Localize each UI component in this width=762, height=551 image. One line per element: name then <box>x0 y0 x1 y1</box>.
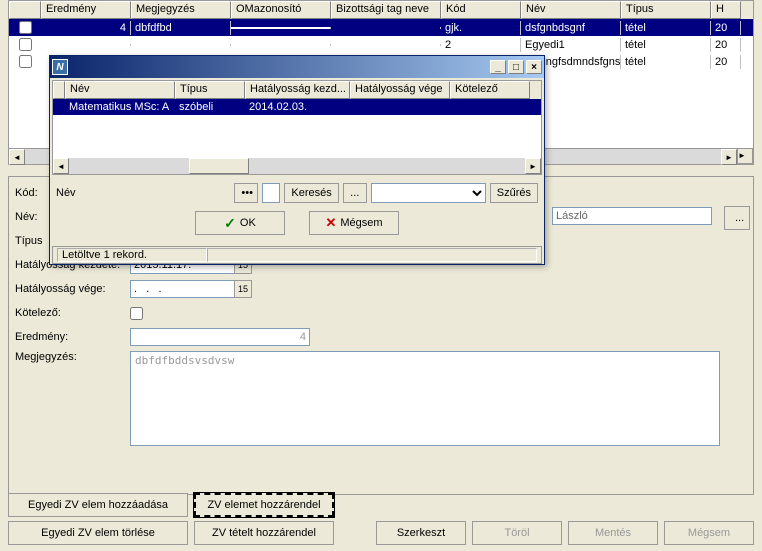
megj-textarea[interactable]: dbfdfbddsvsdvsw <box>130 351 720 446</box>
scroll-right-end-icon[interactable] <box>737 148 753 164</box>
lookup-dialog: N _ □ × Név Típus Hatályosság kezd... Ha… <box>49 55 545 265</box>
table-row[interactable]: 4 dbfdfbd gjk. dsfgnbdsgnf tétel 20 <box>9 19 753 36</box>
dialog-actions: ✓ OK ✕ Mégsem <box>50 211 544 235</box>
close-icon[interactable]: × <box>526 60 542 74</box>
row-checkbox[interactable] <box>9 55 41 68</box>
hatvege-input[interactable] <box>130 280 235 298</box>
dlg-col-nev[interactable]: Név <box>65 81 175 99</box>
scroll-right-icon[interactable] <box>525 158 541 174</box>
row-checkbox[interactable] <box>9 38 41 51</box>
dlg-col-kot[interactable]: Kötelező <box>450 81 530 99</box>
col-checkbox[interactable] <box>9 1 41 19</box>
dialog-search-row: Név ••• Keresés ... Szűrés <box>50 177 544 209</box>
ellipsis-button[interactable]: ... <box>724 206 750 230</box>
megsem-button[interactable]: Mégsem <box>664 521 754 545</box>
cancel-button[interactable]: ✕ Mégsem <box>309 211 399 235</box>
col-nev[interactable]: Név <box>521 1 621 19</box>
ok-button[interactable]: ✓ OK <box>195 211 285 235</box>
ellipsis-button[interactable]: ... <box>343 183 367 203</box>
scroll-left-icon[interactable] <box>9 149 25 165</box>
dlg-col-tipus[interactable]: Típus <box>175 81 245 99</box>
megj-label: Megjegyzés: <box>15 351 130 363</box>
dlg-col-kezd[interactable]: Hatályosság kezd... <box>245 81 350 99</box>
egyedi-hozza-button[interactable]: Egyedi ZV elem hozzáadása <box>8 493 188 517</box>
name-field-visible[interactable] <box>552 207 712 225</box>
grid-header: Eredmény Megjegyzés OMazonosító Bizottsá… <box>9 1 753 19</box>
scroll-right-icon[interactable] <box>721 149 737 165</box>
col-omazonosito[interactable]: OMazonosító <box>231 1 331 19</box>
scroll-left-icon[interactable] <box>53 158 69 174</box>
eredmeny-input[interactable] <box>130 328 310 346</box>
kotelezo-label: Kötelező: <box>15 307 130 319</box>
dialog-status: Letöltve 1 rekord. <box>52 246 542 264</box>
col-h[interactable]: H <box>711 1 741 19</box>
calendar-icon[interactable]: 15 <box>234 280 252 298</box>
torol-button[interactable]: Töröl <box>472 521 562 545</box>
egyedi-torles-button[interactable]: Egyedi ZV elem törlése <box>8 521 188 545</box>
ellipsis-icon[interactable]: ••• <box>234 183 258 203</box>
col-eredmeny[interactable]: Eredmény <box>41 1 131 19</box>
zv-tetelt-button[interactable]: ZV tételt hozzárendel <box>194 521 334 545</box>
col-tipus[interactable]: Típus <box>621 1 711 19</box>
col-megjegyzes[interactable]: Megjegyzés <box>131 1 231 19</box>
dialog-grid: Név Típus Hatályosság kezd... Hatályossá… <box>52 80 542 175</box>
eredmeny-label: Eredmény: <box>15 331 130 343</box>
maximize-icon[interactable]: □ <box>508 60 524 74</box>
x-icon: ✕ <box>325 215 336 231</box>
small-input[interactable] <box>262 183 280 203</box>
titlebar[interactable]: N _ □ × <box>50 56 544 78</box>
kotelezo-checkbox[interactable] <box>130 307 143 320</box>
szerkeszt-button[interactable]: Szerkeszt <box>376 521 466 545</box>
check-icon: ✓ <box>224 215 236 232</box>
table-row[interactable]: 2 Egyedi1 tétel 20 <box>9 36 753 53</box>
zv-elemet-button[interactable]: ZV elemet hozzárendel <box>194 493 334 517</box>
szures-button[interactable]: Szűrés <box>490 183 538 203</box>
dlg-nev-label: Név <box>56 187 96 199</box>
dialog-hscroll[interactable] <box>53 158 541 174</box>
filter-combo[interactable] <box>371 183 486 203</box>
dlg-col-vege[interactable]: Hatályosság vége <box>350 81 450 99</box>
scroll-thumb[interactable] <box>189 158 249 174</box>
mentes-button[interactable]: Mentés <box>568 521 658 545</box>
kereses-button[interactable]: Keresés <box>284 183 338 203</box>
app-icon: N <box>52 59 68 75</box>
minimize-icon[interactable]: _ <box>490 60 506 74</box>
dialog-row[interactable]: Matematikus MSc: A szóbeli 2014.02.03. <box>53 99 541 115</box>
col-kod[interactable]: Kód <box>441 1 521 19</box>
hatvege-label: Hatályosság vége: <box>15 283 130 295</box>
bottom-toolbar: Egyedi ZV elem hozzáadása ZV elemet hozz… <box>8 493 754 545</box>
row-checkbox[interactable] <box>9 21 41 34</box>
col-bizottsagi[interactable]: Bizottsági tag neve <box>331 1 441 19</box>
